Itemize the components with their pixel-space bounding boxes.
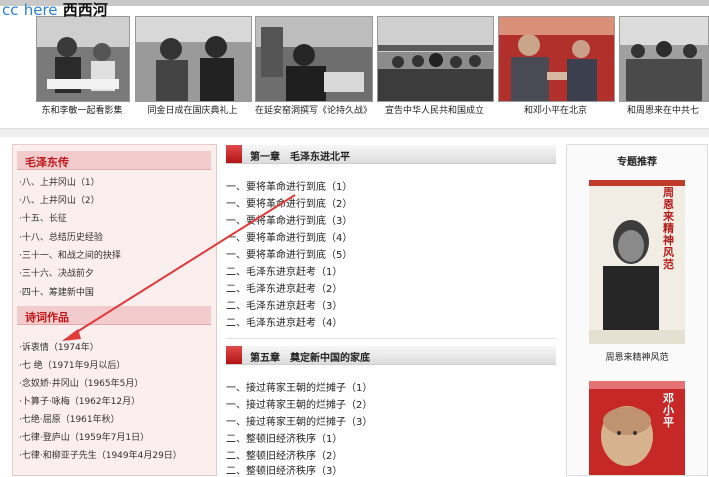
chapter-title-5[interactable]: 第五章 奠定新中国的家底	[250, 349, 370, 364]
gallery-caption-2[interactable]: 同金日成在国庆典礼上	[135, 103, 250, 116]
chapter-item[interactable]: 一、接过蒋家王朝的烂摊子（2）	[226, 396, 372, 411]
gallery-caption-1[interactable]: 东和李敏一起看影集	[36, 103, 128, 116]
chapter-item[interactable]: 一、要将革命进行到底（4）	[226, 229, 352, 244]
gallery-photo-4[interactable]	[377, 16, 494, 102]
left-sidebar: 毛泽东传 ·八、上井冈山（1） ·八、上井冈山（2） ·十五、长征 ·十八、总结…	[12, 144, 217, 476]
chapter-item[interactable]: 一、接过蒋家王朝的烂摊子（3）	[226, 413, 372, 428]
chapter-item[interactable]: 一、接过蒋家王朝的烂摊子（1）	[226, 379, 372, 394]
chapter-item[interactable]: 一、要将革命进行到底（3）	[226, 212, 352, 227]
chapter-item[interactable]: 二、毛泽东进京赶考（2）	[226, 280, 342, 295]
watermark-here: here	[23, 1, 58, 19]
photo-gallery: 东和李敏一起看影集 同金日成在国庆典礼上 在延安窑洞撰写《论持久战》 宣告中华人…	[0, 6, 709, 129]
section-title-poems[interactable]: 诗词作品	[25, 309, 69, 325]
gallery-caption-4[interactable]: 宣告中华人民共和国成立	[377, 103, 492, 116]
watermark-logo: cc here 西西河	[2, 1, 108, 19]
gallery-photo-3[interactable]	[255, 16, 373, 102]
section-title-biography[interactable]: 毛泽东传	[25, 154, 69, 170]
list-item[interactable]: ·八、上井冈山（2）	[19, 193, 100, 206]
featured-panel: 专题推荐 周恩来 精神风范 周恩来精神风范 邓小平	[566, 144, 708, 476]
book-caption-zhou-enlai[interactable]: 周恩来精神风范	[567, 350, 707, 363]
list-item[interactable]: ·七律·登庐山（1959年7月1日）	[19, 430, 149, 443]
list-item[interactable]: ·十五、长征	[19, 211, 67, 224]
featured-title: 专题推荐	[617, 157, 657, 168]
list-item[interactable]: ·诉衷情（1974年）	[19, 340, 99, 353]
gallery-photo-1[interactable]	[36, 16, 130, 102]
chapter-item[interactable]: 二、整顿旧经济秩序（3）	[226, 462, 342, 477]
chapter-title-1[interactable]: 第一章 毛泽东进北平	[250, 148, 350, 163]
gallery-caption-6[interactable]: 和周恩来在中共七	[619, 103, 707, 116]
chapter-item[interactable]: 二、毛泽东进京赶考（3）	[226, 297, 342, 312]
chapter-marker-icon	[226, 346, 242, 364]
gallery-caption-5[interactable]: 和邓小平在北京	[498, 103, 613, 116]
chapter-item[interactable]: 一、要将革命进行到底（2）	[226, 195, 352, 210]
watermark-site: 西西河	[62, 1, 108, 19]
chapter-item[interactable]: 一、要将革命进行到底（5）	[226, 246, 352, 261]
list-item[interactable]: ·七律·和柳亚子先生（1949年4月29日）	[19, 448, 182, 461]
book-cover-title-2: 邓小平	[663, 392, 674, 429]
gallery-photo-2[interactable]	[135, 16, 252, 102]
chapter-marker-icon	[226, 145, 242, 163]
watermark-cc: cc	[2, 1, 19, 19]
list-item[interactable]: ·十八、总结历史经验	[19, 230, 103, 243]
chapter-divider	[226, 338, 556, 339]
chapter-item[interactable]: 二、整顿旧经济秩序（1）	[226, 430, 342, 445]
list-item[interactable]: ·七绝·屈原（1961年秋）	[19, 412, 120, 425]
chapter-item[interactable]: 一、要将革命进行到底（1）	[226, 178, 352, 193]
gallery-caption-3[interactable]: 在延安窑洞撰写《论持久战》	[255, 103, 372, 116]
chapter-header-1: 第一章 毛泽东进北平	[226, 145, 556, 164]
gallery-photo-6[interactable]	[619, 16, 709, 102]
chapter-item[interactable]: 二、整顿旧经济秩序（2）	[226, 447, 342, 462]
list-item[interactable]: ·四十、筹建新中国	[19, 285, 94, 298]
book-cover-title: 周恩来 精神风范	[663, 186, 674, 271]
section-gap	[0, 129, 709, 137]
chapter-item[interactable]: 二、毛泽东进京赶考（4）	[226, 314, 342, 329]
list-item[interactable]: ·七 绝（1971年9月以后）	[19, 358, 125, 371]
list-item[interactable]: ·三十六、决战前夕	[19, 266, 94, 279]
list-item[interactable]: ·三十一、和战之间的抉择	[19, 248, 121, 261]
section-header-poems: 诗词作品	[17, 306, 211, 325]
list-item[interactable]: ·卜算子·咏梅（1962年12月）	[19, 394, 140, 407]
gallery-photo-5[interactable]	[498, 16, 615, 102]
list-item[interactable]: ·八、上井冈山（1）	[19, 175, 100, 188]
chapter-item[interactable]: 二、毛泽东进京赶考（1）	[226, 263, 342, 278]
section-header-biography: 毛泽东传	[17, 151, 211, 170]
chapter-header-5: 第五章 奠定新中国的家底	[226, 346, 556, 365]
list-item[interactable]: ·念奴娇·井冈山（1965年5月）	[19, 376, 143, 389]
